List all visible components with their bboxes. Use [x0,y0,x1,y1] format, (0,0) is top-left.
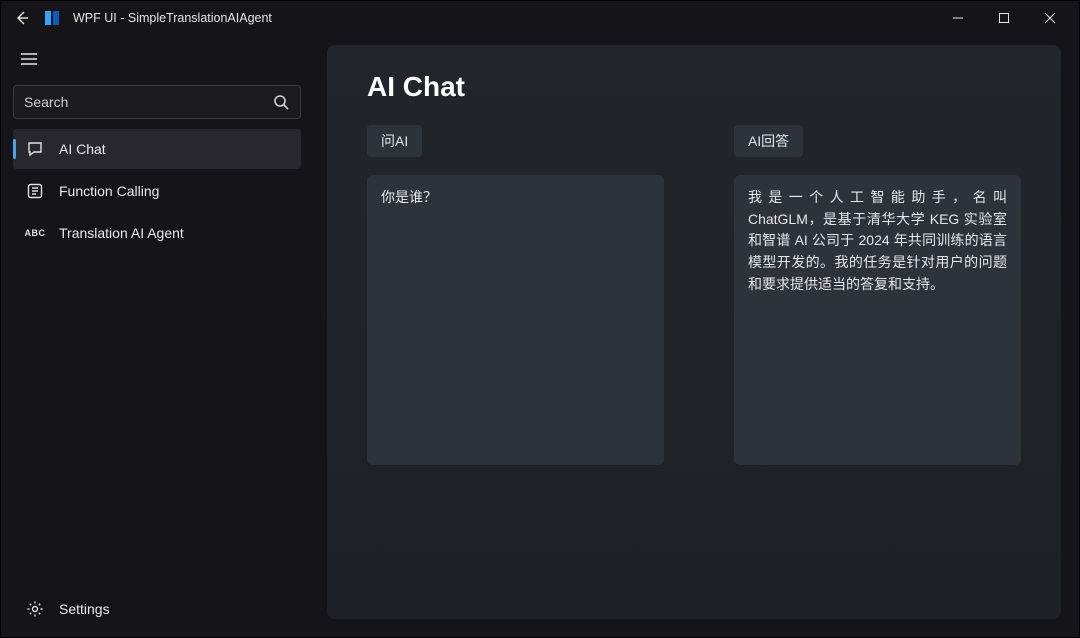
hamburger-button[interactable] [11,43,47,75]
app-window: WPF UI - SimpleTranslationAIAgent Search [0,0,1080,638]
chat-icon [25,139,45,159]
close-button[interactable] [1027,1,1073,35]
nav-item-label: Function Calling [59,183,159,199]
close-icon [1044,12,1056,24]
nav-item-function-calling[interactable]: Function Calling [13,171,301,211]
nav-item-label: Settings [59,601,110,617]
answer-column: AI回答 我是一个人工智能助手，名叫 ChatGLM，是基于清华大学 KEG 实… [734,125,1021,465]
nav-item-settings[interactable]: Settings [13,587,301,631]
nav-item-label: Translation AI Agent [59,225,184,241]
search-icon [272,93,290,111]
question-textbox[interactable]: 你是谁？ [367,175,664,465]
arrow-left-icon [14,10,30,26]
question-column: 问AI 你是谁？ [367,125,664,465]
maximize-button[interactable] [981,1,1027,35]
window-title: WPF UI - SimpleTranslationAIAgent [73,11,272,25]
content-frame: AI Chat 问AI 你是谁？ AI回答 我是一个人工智能助手，名叫 Chat… [327,45,1061,619]
answer-chip: AI回答 [734,125,803,157]
question-chip: 问AI [367,125,422,157]
back-button[interactable] [11,7,33,29]
minimize-button[interactable] [935,1,981,35]
titlebar: WPF UI - SimpleTranslationAIAgent [1,1,1079,35]
nav-item-translation-ai-agent[interactable]: ABC Translation AI Agent [13,213,301,253]
window-body: Search AI Chat Function Calling [1,35,1079,637]
minimize-icon [952,12,964,24]
answer-text: 我是一个人工智能助手，名叫 ChatGLM，是基于清华大学 KEG 实验室和智谱… [748,189,1007,292]
search-input[interactable]: Search [13,85,301,119]
main: AI Chat 问AI 你是谁？ AI回答 我是一个人工智能助手，名叫 Chat… [313,35,1079,637]
nav-footer: Settings [7,587,307,631]
nav-item-label: AI Chat [59,141,106,157]
abc-icon: ABC [25,223,45,243]
page-title: AI Chat [367,71,1021,103]
maximize-icon [998,12,1010,24]
search-placeholder: Search [24,94,272,110]
sidebar: Search AI Chat Function Calling [1,35,313,637]
menu-icon [20,52,38,66]
app-icon [45,11,63,25]
nav: AI Chat Function Calling ABC Translation… [7,129,307,253]
nav-item-ai-chat[interactable]: AI Chat [13,129,301,169]
question-text: 你是谁？ [381,189,437,205]
function-icon [25,181,45,201]
answer-textbox[interactable]: 我是一个人工智能助手，名叫 ChatGLM，是基于清华大学 KEG 实验室和智谱… [734,175,1021,465]
gear-icon [25,599,45,619]
chat-row: 问AI 你是谁？ AI回答 我是一个人工智能助手，名叫 ChatGLM，是基于清… [367,125,1021,465]
